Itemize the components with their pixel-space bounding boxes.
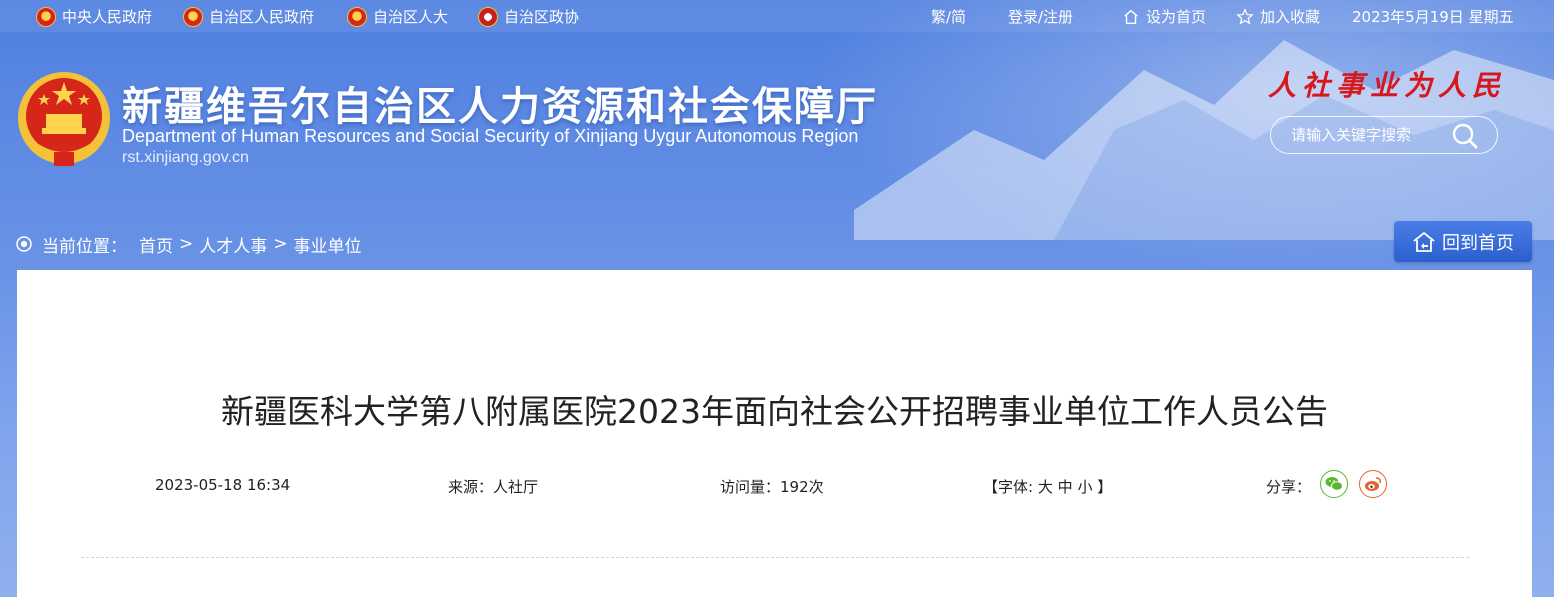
back-home-label: 回到首页 <box>1442 232 1514 254</box>
site-title: 新疆维吾尔自治区人力资源和社会保障厅 <box>122 84 878 130</box>
breadcrumb-prefix: 当前位置： <box>42 236 127 257</box>
top-link-central-gov[interactable]: 中央人民政府 <box>36 6 152 27</box>
article-date: 2023-05-18 16:34 <box>155 476 291 494</box>
national-emblem-icon <box>183 6 203 27</box>
lang-toggle[interactable]: 繁/简 <box>931 6 966 27</box>
site-slogan: 人社事业为人民 <box>1268 69 1507 102</box>
meta-divider <box>81 557 1469 558</box>
breadcrumb-item-talent[interactable]: 人才人事 <box>199 232 267 257</box>
top-link-regional-gov[interactable]: 自治区人民政府 <box>183 6 314 27</box>
search-input[interactable] <box>1289 125 1453 145</box>
top-link-regional-congress[interactable]: 自治区人大 <box>347 6 448 27</box>
search-box[interactable] <box>1270 116 1498 154</box>
current-date: 2023年5月19日 星期五 <box>1352 8 1514 26</box>
favorite-label: 加入收藏 <box>1260 8 1321 26</box>
font-size-prefix: 【字体: <box>983 478 1034 496</box>
top-link-regional-cppcc[interactable]: 自治区政协 <box>478 6 579 27</box>
cppcc-emblem-icon <box>478 6 498 27</box>
breadcrumb: 当前位置： 首页 > 人才人事 > 事业单位 <box>16 232 362 257</box>
top-link-label: 自治区政协 <box>504 8 580 26</box>
breadcrumb-separator: > <box>179 234 194 254</box>
back-home-button[interactable]: 回到首页 <box>1394 221 1532 262</box>
site-url: rst.xinjiang.gov.cn <box>122 149 249 166</box>
top-bar: 中央人民政府 自治区人民政府 自治区人大 自治区政协 繁/简 登录/注册 设为首… <box>0 0 1554 32</box>
home-return-icon <box>1413 231 1435 252</box>
national-emblem-icon <box>36 6 56 27</box>
breadcrumb-item-home[interactable]: 首页 <box>139 232 173 257</box>
set-home-link[interactable]: 设为首页 <box>1122 6 1206 27</box>
font-size-large-button[interactable]: 大 <box>1038 478 1053 496</box>
top-link-label: 自治区人大 <box>373 8 449 26</box>
national-emblem-icon <box>347 6 367 27</box>
wechat-icon <box>1325 477 1343 491</box>
search-icon[interactable] <box>1451 122 1479 150</box>
site-title-english: Department of Human Resources and Social… <box>122 126 859 146</box>
breadcrumb-separator: > <box>273 234 288 254</box>
location-target-icon <box>16 236 32 252</box>
add-favorite-link[interactable]: 加入收藏 <box>1236 6 1320 27</box>
font-size-control: 【字体: 大 中 小 】 <box>983 476 1112 497</box>
font-size-medium-button[interactable]: 中 <box>1058 478 1073 496</box>
font-size-small-button[interactable]: 小 <box>1077 478 1092 496</box>
weibo-icon <box>1365 477 1381 491</box>
font-size-suffix: 】 <box>1097 478 1113 496</box>
article-views: 访问量：192次 <box>720 478 824 496</box>
star-icon <box>1236 7 1254 25</box>
login-link[interactable]: 登录/注册 <box>1008 6 1073 27</box>
share-weibo-button[interactable] <box>1359 470 1387 498</box>
article-source: 来源：人社厅 <box>448 478 539 496</box>
share-label: 分享： <box>1266 478 1312 496</box>
article-panel: 新疆医科大学第八附属医院2023年面向社会公开招聘事业单位工作人员公告 2023… <box>17 270 1532 597</box>
national-emblem-icon <box>18 72 110 166</box>
top-link-label: 中央人民政府 <box>62 8 153 26</box>
share-wechat-button[interactable] <box>1320 470 1348 498</box>
article-title: 新疆医科大学第八附属医院2023年面向社会公开招聘事业单位工作人员公告 <box>221 392 1328 431</box>
top-link-label: 自治区人民政府 <box>209 8 315 26</box>
set-home-label: 设为首页 <box>1146 8 1207 26</box>
home-icon <box>1124 9 1138 24</box>
breadcrumb-item-institution[interactable]: 事业单位 <box>294 232 362 257</box>
